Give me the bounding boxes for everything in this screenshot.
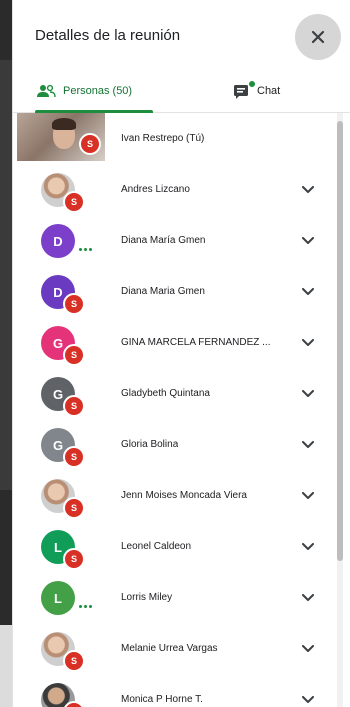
background-app-region (0, 60, 12, 490)
chevron-down-icon[interactable] (299, 181, 317, 199)
self-video-hair (52, 118, 76, 130)
participant-name: Gladybeth Quintana (121, 388, 210, 399)
chevron-down-icon[interactable] (299, 487, 317, 505)
participant-badge: S (79, 133, 101, 155)
chevron-down-icon[interactable] (299, 436, 317, 454)
participant-row[interactable]: D Diana María Gmen (13, 215, 338, 266)
participant-avatar-wrap: S (41, 632, 85, 672)
chevron-down-icon[interactable] (299, 589, 317, 607)
chevron-down-icon[interactable] (299, 232, 317, 250)
speaking-indicator-icon (79, 605, 92, 608)
participant-avatar-wrap: L (41, 581, 92, 615)
participant-row[interactable]: L Lorris Miley (13, 572, 338, 623)
participant-name: Lorris Miley (121, 592, 173, 603)
close-button[interactable] (295, 14, 341, 60)
speaking-dot (89, 605, 92, 608)
participant-avatar-wrap: S (41, 173, 85, 213)
participant-row[interactable]: G S Gloria Bolina (13, 419, 338, 470)
scrollbar-thumb[interactable] (337, 121, 343, 561)
chevron-down-icon[interactable] (299, 385, 317, 403)
participant-avatar-wrap: LS (41, 530, 85, 570)
participant-name: Gloria Bolina (121, 439, 179, 450)
participant-row[interactable]: D S Diana Maria Gmen (13, 266, 338, 317)
participant-badge: S (63, 650, 85, 672)
participant-avatar-wrap: GS (41, 428, 85, 468)
participant-name: GINA MARCELA FERNANDEZ ... (121, 337, 271, 348)
participant-badge: S (63, 191, 85, 213)
participant-badge: S (63, 446, 85, 468)
speaking-dot (84, 605, 87, 608)
participant-name: Ivan Restrepo (Tú) (121, 133, 205, 144)
participant-row[interactable]: S Jenn Moises Moncada Viera (13, 470, 338, 521)
participant-row[interactable]: G S Gladybeth Quintana (13, 368, 338, 419)
speaking-dot (79, 605, 82, 608)
background-app-region-bottom (0, 625, 12, 707)
tab-chat[interactable]: Chat (233, 70, 303, 112)
avatar: L (41, 581, 75, 615)
participant-avatar-wrap: GS (41, 377, 85, 417)
tab-chat-label: Chat (257, 85, 281, 97)
participant-name: Leonel Caldeon (121, 541, 192, 552)
participant-badge: S (63, 497, 85, 519)
participant-name: Monica P Horne T. (121, 694, 203, 705)
speaking-dot (89, 248, 92, 251)
participant-name: Jenn Moises Moncada Viera (121, 490, 247, 501)
participant-name: Melanie Urrea Vargas (121, 643, 218, 654)
panel-tabs: Personas (50) Chat (13, 70, 350, 113)
chat-icon (234, 85, 248, 99)
participant-badge: S (63, 548, 85, 570)
participant-avatar-wrap: GS (41, 326, 85, 366)
chevron-down-icon[interactable] (299, 538, 317, 556)
participant-badge: S (63, 344, 85, 366)
participant-list-scrollbar[interactable] (337, 113, 343, 707)
chevron-down-icon[interactable] (299, 640, 317, 658)
speaking-dot (79, 248, 82, 251)
panel-header: Detalles de la reunión (13, 0, 350, 70)
participant-avatar-wrap: S (41, 479, 85, 519)
participant-badge: S (63, 395, 85, 417)
chevron-down-icon[interactable] (299, 334, 317, 352)
meeting-details-panel: Detalles de la reunión Personas (50) Cha… (12, 0, 350, 707)
participant-name: Andres Lizcano (121, 184, 190, 195)
speaking-indicator-icon (79, 248, 92, 251)
close-icon (311, 30, 325, 44)
avatar: D (41, 224, 75, 258)
participant-badge: S (63, 293, 85, 315)
chevron-down-icon[interactable] (299, 691, 317, 707)
participant-avatar-wrap: S (41, 683, 85, 707)
participant-row[interactable]: S Monica P Horne T. (13, 674, 338, 707)
people-icon (37, 84, 56, 98)
panel-title: Detalles de la reunión (35, 27, 181, 44)
participant-row[interactable]: G S GINA MARCELA FERNANDEZ ... (13, 317, 338, 368)
tab-people[interactable]: Personas (50) (35, 70, 153, 113)
participant-avatar-wrap: D (41, 224, 92, 258)
participant-avatar-wrap: DS (41, 275, 85, 315)
participant-row[interactable]: S Andres Lizcano (13, 164, 338, 215)
participant-list[interactable]: S Ivan Restrepo (Tú) S Andres Lizcano D Diana… (13, 113, 350, 707)
background-app-strip (0, 0, 12, 707)
speaking-dot (84, 248, 87, 251)
tab-people-label: Personas (50) (63, 85, 133, 97)
participant-row[interactable]: S Ivan Restrepo (Tú) (13, 113, 338, 164)
participant-name: Diana Maria Gmen (121, 286, 205, 297)
screen: Detalles de la reunión Personas (50) Cha… (0, 0, 350, 707)
chat-unread-dot (249, 81, 255, 87)
participant-row[interactable]: S Melanie Urrea Vargas (13, 623, 338, 674)
participant-row[interactable]: L S Leonel Caldeon (13, 521, 338, 572)
participant-name: Diana María Gmen (121, 235, 206, 246)
chevron-down-icon[interactable] (299, 283, 317, 301)
